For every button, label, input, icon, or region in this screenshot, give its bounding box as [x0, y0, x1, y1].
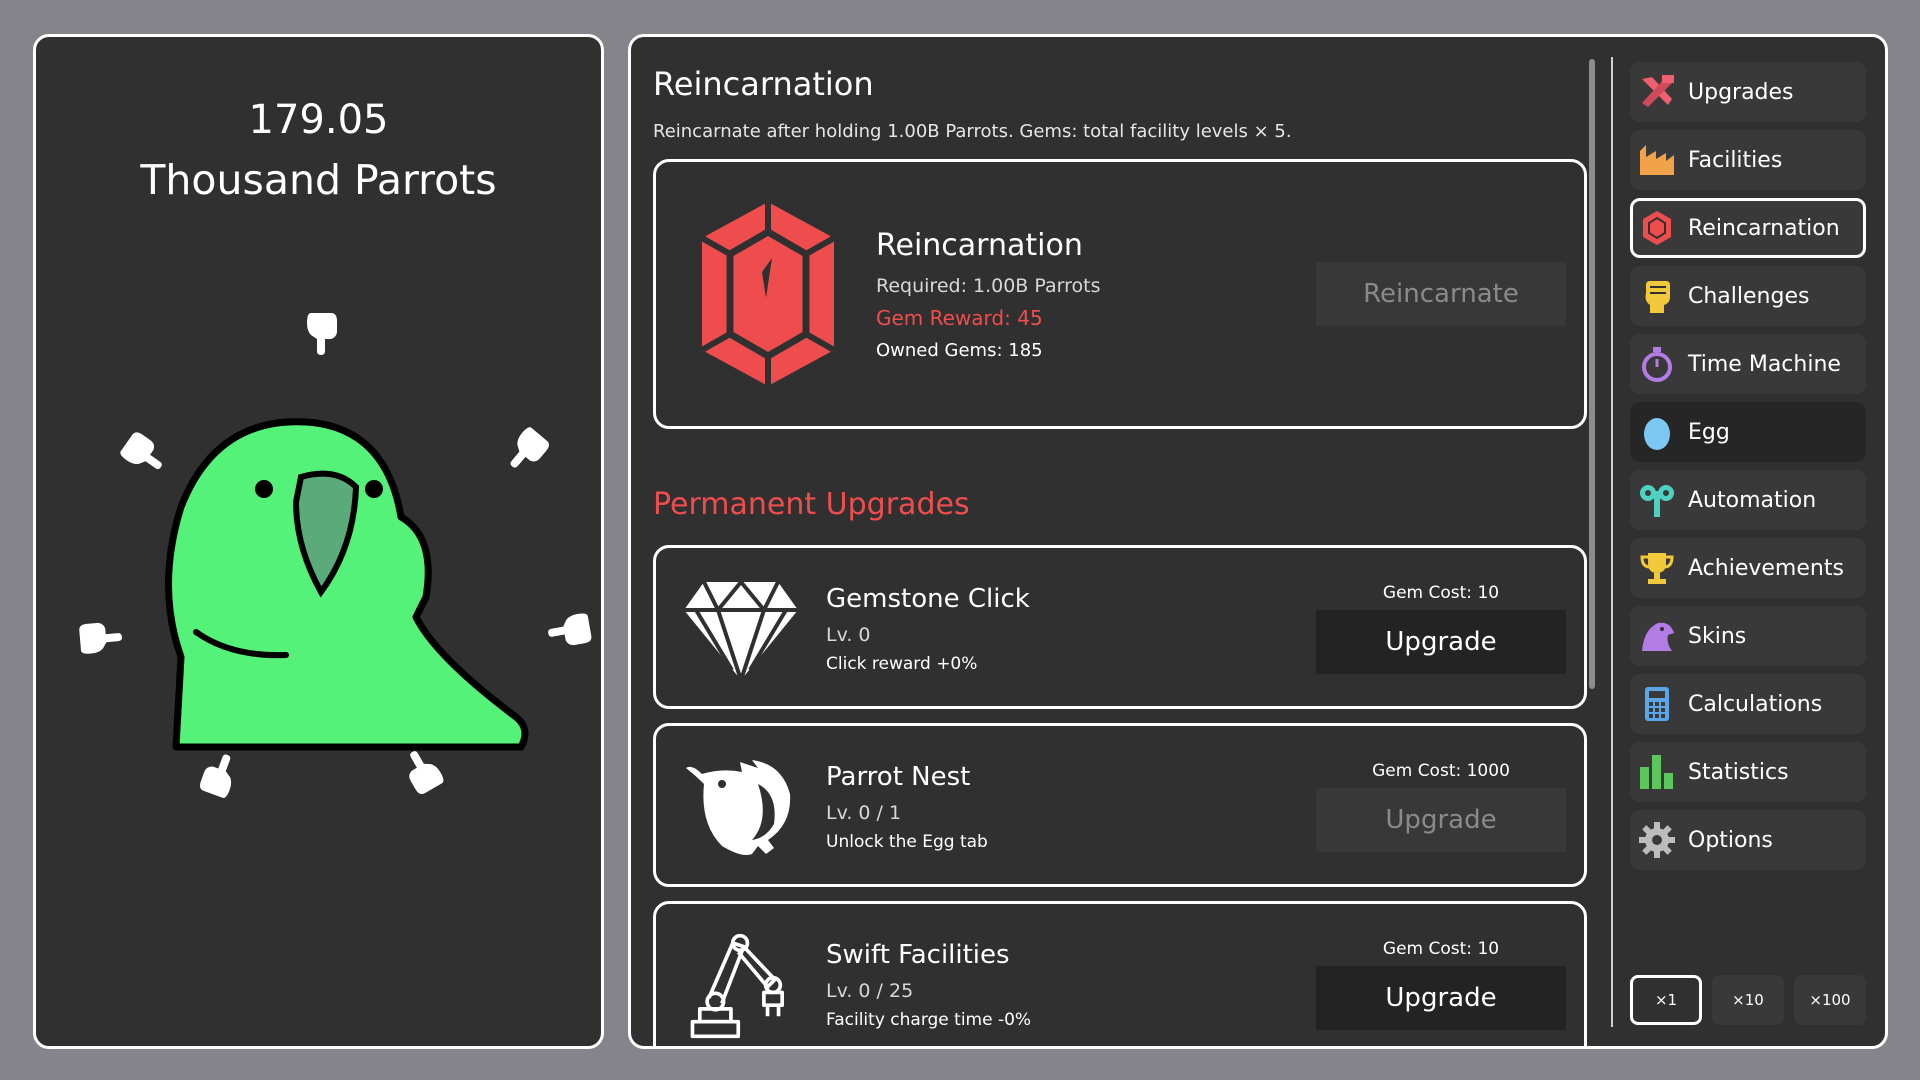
nav-item-reincarnation[interactable]: Reincarnation — [1630, 198, 1866, 258]
nav-item-automation[interactable]: Automation — [1630, 470, 1866, 530]
nav-label: Options — [1688, 827, 1773, 853]
nav-label: Egg — [1688, 419, 1730, 445]
upgrade-name: Gemstone Click — [826, 584, 1030, 614]
fist-icon — [1645, 281, 1670, 313]
upgrade-level: Lv. 0 / 25 — [826, 980, 914, 1002]
upgrade-description: Click reward +0% — [826, 654, 978, 674]
calculator-icon — [1645, 687, 1669, 721]
stopwatch-icon — [1642, 347, 1672, 382]
nav-item-options[interactable]: Options — [1630, 810, 1866, 870]
upgrade-name: Swift Facilities — [826, 940, 1010, 970]
pointing-hand-icon — [79, 622, 123, 654]
upgrade-level: Lv. 0 / 1 — [826, 802, 902, 824]
bird-icon — [686, 760, 791, 855]
nav-item-egg[interactable]: Egg — [1630, 402, 1866, 462]
nav-item-statistics[interactable]: Statistics — [1630, 742, 1866, 802]
content-scrollbar[interactable] — [1589, 59, 1595, 689]
gear-icon — [1639, 822, 1675, 858]
upgrade-card-swift-facilities: Swift Facilities Lv. 0 / 25 Facility cha… — [653, 901, 1587, 1046]
nav-item-upgrades[interactable]: Upgrades — [1630, 62, 1866, 122]
nav-item-achievements[interactable]: Achievements — [1630, 538, 1866, 598]
robot-arm-icon — [690, 933, 785, 1039]
gem-icon — [702, 202, 834, 386]
upgrade-description: Facility charge time -0% — [826, 1010, 1032, 1030]
sidebar-divider — [1611, 57, 1613, 1027]
nav-label: Statistics — [1688, 759, 1789, 785]
nav-label: Time Machine — [1688, 351, 1841, 377]
upgrade-description: Unlock the Egg tab — [826, 832, 988, 852]
diamond-icon — [684, 578, 798, 684]
upgrade-card-parrot-nest: Parrot Nest Lv. 0 / 1 Unlock the Egg tab… — [653, 723, 1587, 887]
parrot-count-unit: Thousand Parrots — [140, 156, 497, 204]
nav-label: Achievements — [1688, 555, 1844, 581]
permanent-upgrades-title: Permanent Upgrades — [653, 487, 970, 522]
nav-item-calculations[interactable]: Calculations — [1630, 674, 1866, 734]
bird-head-icon — [1642, 622, 1674, 651]
upgrade-gem-cost: Gem Cost: 10 — [1382, 583, 1500, 603]
nav-label: Calculations — [1688, 691, 1823, 717]
nav-item-time-machine[interactable]: Time Machine — [1630, 334, 1866, 394]
factory-icon — [1640, 145, 1674, 175]
upgrade-gem-cost: Gem Cost: 10 — [1382, 939, 1500, 959]
upgrade-name: Parrot Nest — [826, 762, 971, 792]
gem-reward: Gem Reward: 45 — [876, 306, 1043, 330]
nav-label: Challenges — [1688, 283, 1810, 309]
reincarnation-card: Reincarnation Required: 1.00B Parrots Ge… — [653, 159, 1587, 429]
reincarnation-required: Required: 1.00B Parrots — [876, 275, 1101, 297]
reincarnation-card-title: Reincarnation — [876, 228, 1083, 263]
trophy-icon — [1640, 553, 1674, 584]
parrot-count: 179.05 — [248, 97, 389, 143]
nav-item-challenges[interactable]: Challenges — [1630, 266, 1866, 326]
nav-label: Automation — [1688, 487, 1817, 513]
upgrade-button-swift-facilities[interactable]: Upgrade — [1316, 966, 1566, 1030]
parrot-clicker-panel: 179.05 Thousand Parrots — [33, 34, 604, 1049]
nav-item-facilities[interactable]: Facilities — [1630, 130, 1866, 190]
owned-gems: Owned Gems: 185 — [876, 340, 1043, 361]
reincarnation-content: Reincarnation Reincarnate after holding … — [653, 37, 1588, 1046]
multiplier-x100-button[interactable]: ×100 — [1794, 975, 1866, 1025]
reincarnate-button[interactable]: Reincarnate — [1316, 262, 1566, 326]
upgrade-gem-cost: Gem Cost: 1000 — [1372, 761, 1510, 781]
multiplier-x10-button[interactable]: ×10 — [1712, 975, 1784, 1025]
nav-label: Upgrades — [1688, 79, 1794, 105]
nav-label: Reincarnation — [1688, 215, 1840, 241]
upgrade-card-gemstone-click: Gemstone Click Lv. 0 Click reward +0% Ge… — [653, 545, 1587, 709]
egg-icon — [1644, 418, 1670, 450]
nav-item-skins[interactable]: Skins — [1630, 606, 1866, 666]
upgrade-button-gemstone-click[interactable]: Upgrade — [1316, 610, 1566, 674]
bar-chart-icon — [1640, 755, 1673, 789]
pointing-hand-icon — [307, 313, 337, 355]
upgrade-button-parrot-nest[interactable]: Upgrade — [1316, 788, 1566, 852]
nav-label: Facilities — [1688, 147, 1783, 173]
upgrade-level: Lv. 0 — [826, 624, 871, 646]
section-title: Reincarnation — [653, 65, 874, 103]
nav-label: Skins — [1688, 623, 1747, 649]
section-description: Reincarnate after holding 1.00B Parrots.… — [653, 121, 1292, 142]
tools-icon — [1642, 75, 1674, 107]
multiplier-x1-button[interactable]: ×1 — [1630, 975, 1702, 1025]
main-panel: Reincarnation Reincarnate after holding … — [628, 34, 1888, 1049]
windup-key-icon — [1640, 485, 1674, 517]
parrot-click-target[interactable] — [136, 417, 556, 777]
gem-icon — [1643, 211, 1671, 245]
